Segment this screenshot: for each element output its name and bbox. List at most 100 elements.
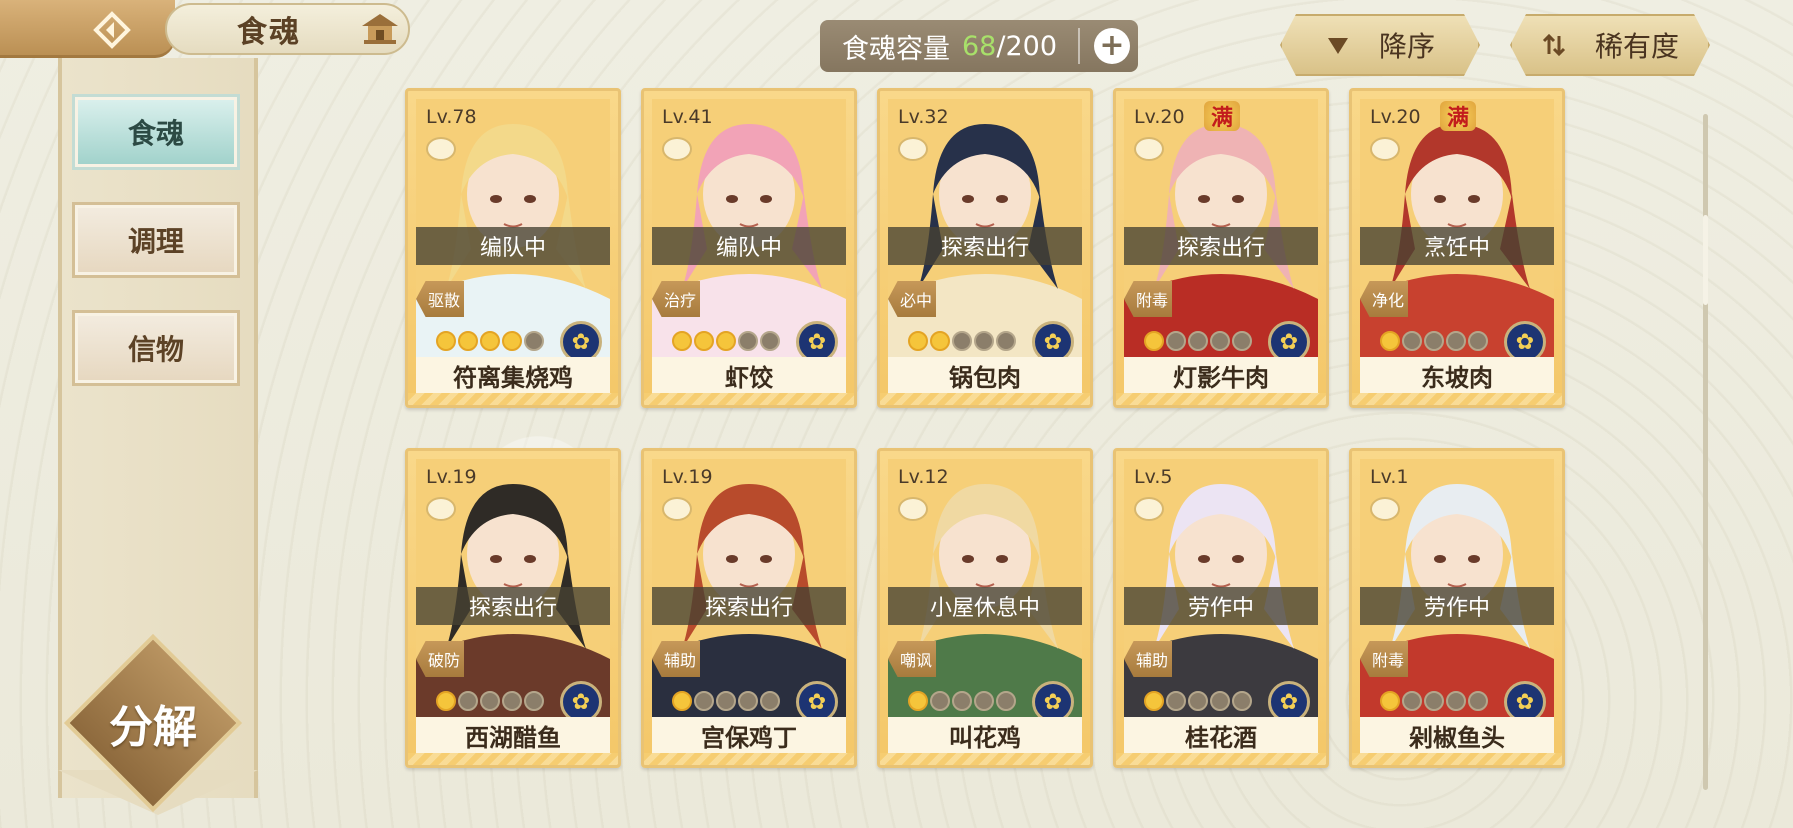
character-name: 西湖醋鱼 xyxy=(416,717,610,753)
character-name: 桂花酒 xyxy=(1124,717,1318,753)
role-tag: 辅助 xyxy=(1124,641,1172,677)
rarity-star-icon xyxy=(1468,691,1488,711)
role-tag: 嘲讽 xyxy=(888,641,936,677)
rarity-star-icon xyxy=(1380,691,1400,711)
level-label: Lv.41 xyxy=(662,106,713,128)
element-flower-icon: ✿ xyxy=(1504,681,1546,717)
rarity-stars xyxy=(1144,331,1252,351)
rarity-star-icon xyxy=(1232,331,1252,351)
rarity-star-icon xyxy=(694,331,714,351)
card-border-trim xyxy=(1352,753,1562,765)
rarity-star-icon xyxy=(1446,331,1466,351)
role-tag: 破防 xyxy=(416,641,464,677)
status-banner: 劳作中 xyxy=(1360,587,1554,625)
card-border-trim xyxy=(644,753,854,765)
element-flower-icon: ✿ xyxy=(1032,321,1074,357)
status-banner: 劳作中 xyxy=(1124,587,1318,625)
food-soul-card[interactable]: Lv.41 治疗 ✿ 编队中 虾饺 xyxy=(641,88,857,408)
capacity-value: 68/200 xyxy=(962,31,1057,62)
status-banner: 烹饪中 xyxy=(1360,227,1554,265)
rarity-star-icon xyxy=(1210,691,1230,711)
character-name: 灯影牛肉 xyxy=(1124,357,1318,393)
status-banner: 探索出行 xyxy=(888,227,1082,265)
rarity-star-icon xyxy=(908,691,928,711)
element-flower-icon: ✿ xyxy=(796,681,838,717)
bowl-icon xyxy=(1370,497,1400,521)
rarity-stars xyxy=(436,331,544,351)
bowl-icon xyxy=(662,497,692,521)
rarity-star-icon xyxy=(738,691,758,711)
food-soul-card[interactable]: Lv.20 满 净化 ✿ 烹饪中 东坡肉 xyxy=(1349,88,1565,408)
character-name: 符离集烧鸡 xyxy=(416,357,610,393)
card-border-trim xyxy=(408,753,618,765)
rarity-star-icon xyxy=(1188,691,1208,711)
sidebar-item-label: 食魂 xyxy=(127,117,184,150)
level-label: Lv.19 xyxy=(426,466,477,488)
scrollbar-thumb[interactable] xyxy=(1703,215,1708,305)
role-tag: 附毒 xyxy=(1360,641,1408,677)
rarity-star-icon xyxy=(1232,691,1252,711)
status-banner: 小屋休息中 xyxy=(888,587,1082,625)
food-soul-card[interactable]: Lv.78 驱散 ✿ 编队中 符离集烧鸡 xyxy=(405,88,621,408)
element-flower-icon: ✿ xyxy=(1032,681,1074,717)
sidebar-item-food-souls[interactable]: 食魂 xyxy=(72,94,240,170)
food-soul-card[interactable]: Lv.19 破防 ✿ 探索出行 西湖醋鱼 xyxy=(405,448,621,768)
sort-rarity-button[interactable]: 稀有度 xyxy=(1510,14,1710,76)
food-soul-card[interactable]: Lv.1 附毒 ✿ 劳作中 剁椒鱼头 xyxy=(1349,448,1565,768)
character-name: 叫花鸡 xyxy=(888,717,1082,753)
rarity-star-icon xyxy=(996,691,1016,711)
card-border-trim xyxy=(1352,393,1562,405)
level-label: Lv.32 xyxy=(898,106,949,128)
level-label: Lv.5 xyxy=(1134,466,1173,488)
element-flower-icon: ✿ xyxy=(1504,321,1546,357)
rarity-star-icon xyxy=(930,331,950,351)
rarity-star-icon xyxy=(952,691,972,711)
food-soul-card[interactable]: Lv.32 必中 ✿ 探索出行 锅包肉 xyxy=(877,88,1093,408)
character-name: 锅包肉 xyxy=(888,357,1082,393)
sidebar-item-tokens[interactable]: 信物 xyxy=(72,310,240,386)
status-banner: 编队中 xyxy=(416,227,610,265)
rarity-stars xyxy=(1380,331,1488,351)
rarity-star-icon xyxy=(1424,331,1444,351)
rarity-stars xyxy=(1380,691,1488,711)
rarity-star-icon xyxy=(524,691,544,711)
rarity-star-icon xyxy=(1166,691,1186,711)
role-tag: 必中 xyxy=(888,281,936,317)
element-flower-icon: ✿ xyxy=(1268,681,1310,717)
pavilion-icon[interactable] xyxy=(360,12,400,46)
character-name: 剁椒鱼头 xyxy=(1360,717,1554,753)
bowl-icon xyxy=(1134,497,1164,521)
card-border-trim xyxy=(644,393,854,405)
rarity-star-icon xyxy=(1210,331,1230,351)
food-soul-card[interactable]: Lv.20 满 附毒 ✿ 探索出行 灯影牛肉 xyxy=(1113,88,1329,408)
back-button[interactable] xyxy=(0,0,175,58)
card-border-trim xyxy=(408,393,618,405)
rarity-star-icon xyxy=(1188,331,1208,351)
sidebar-item-conditioning[interactable]: 调理 xyxy=(72,202,240,278)
rarity-star-icon xyxy=(480,331,500,351)
rarity-star-icon xyxy=(738,331,758,351)
rarity-stars xyxy=(908,331,1016,351)
sort-order-button[interactable]: 降序 xyxy=(1280,14,1480,76)
bowl-icon xyxy=(426,497,456,521)
rarity-star-icon xyxy=(672,691,692,711)
rarity-star-icon xyxy=(1166,331,1186,351)
sort-rarity-label: 稀有度 xyxy=(1594,30,1679,63)
max-badge: 满 xyxy=(1440,101,1476,131)
rarity-star-icon xyxy=(760,331,780,351)
rarity-star-icon xyxy=(458,331,478,351)
element-flower-icon: ✿ xyxy=(796,321,838,357)
rarity-stars xyxy=(672,331,780,351)
bowl-icon xyxy=(662,137,692,161)
rarity-star-icon xyxy=(480,691,500,711)
swap-icon xyxy=(1542,33,1566,57)
capacity-add-button[interactable]: + xyxy=(1094,28,1130,64)
rarity-star-icon xyxy=(458,691,478,711)
rarity-star-icon xyxy=(1144,691,1164,711)
rarity-star-icon xyxy=(930,691,950,711)
level-label: Lv.20 xyxy=(1370,106,1421,128)
food-soul-card[interactable]: Lv.19 辅助 ✿ 探索出行 宫保鸡丁 xyxy=(641,448,857,768)
food-soul-card[interactable]: Lv.5 辅助 ✿ 劳作中 桂花酒 xyxy=(1113,448,1329,768)
status-banner: 编队中 xyxy=(652,227,846,265)
food-soul-card[interactable]: Lv.12 嘲讽 ✿ 小屋休息中 叫花鸡 xyxy=(877,448,1093,768)
